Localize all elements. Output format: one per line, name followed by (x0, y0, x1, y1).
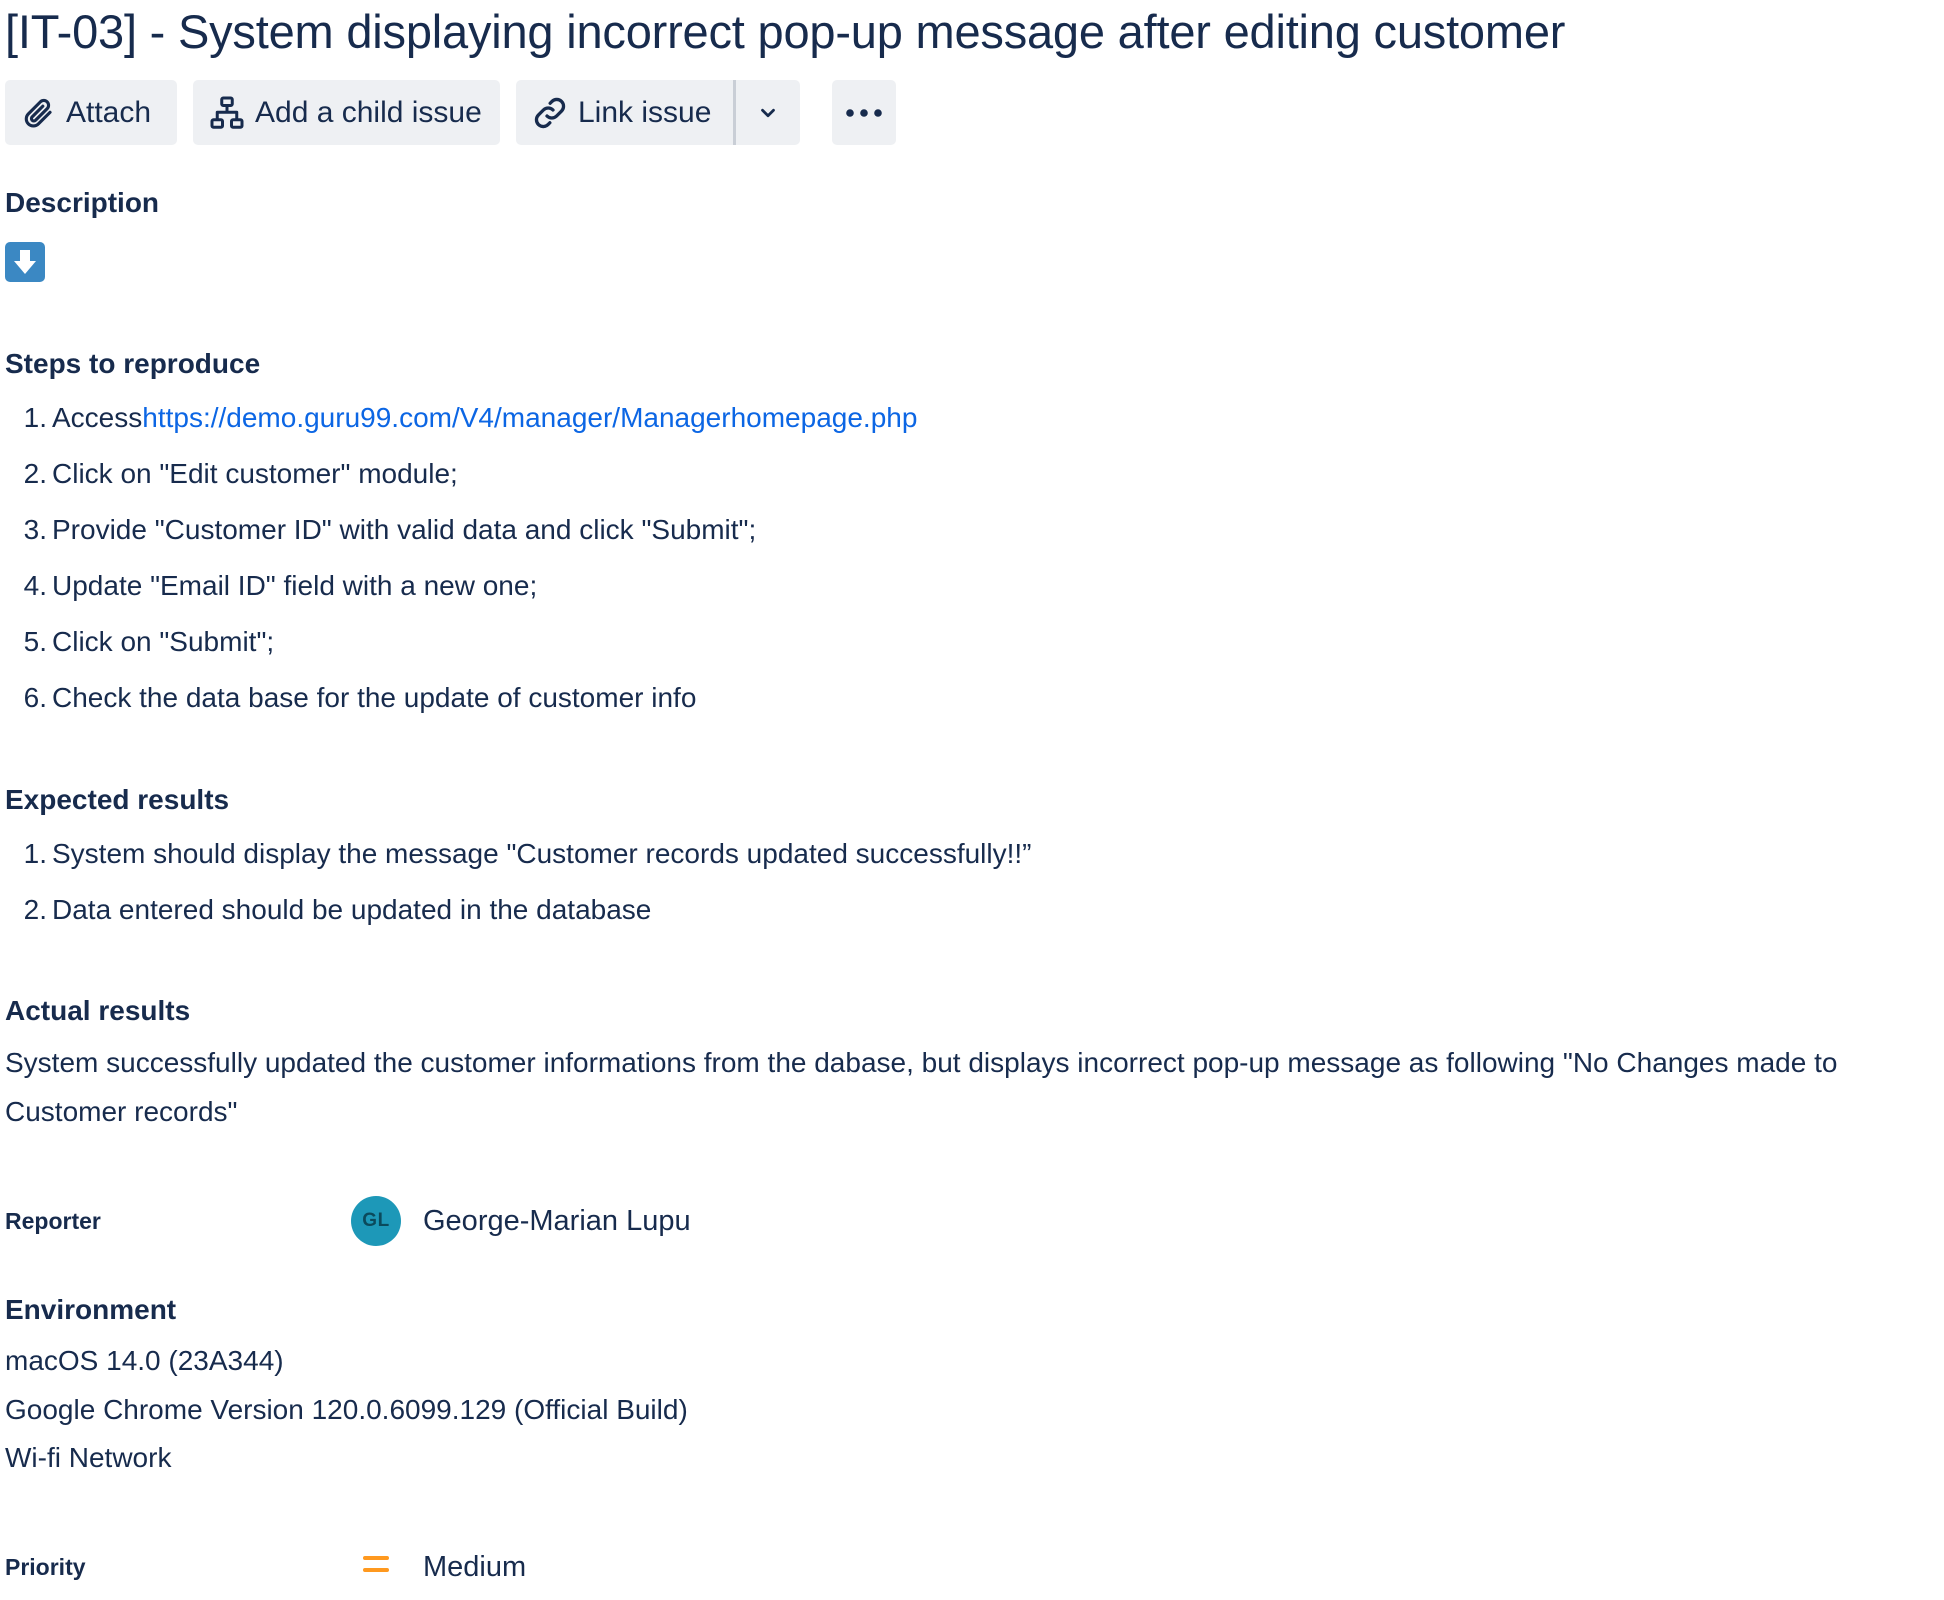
issue-title[interactable]: [IT-03] - System displaying incorrect po… (5, 4, 1565, 60)
actual-heading: Actual results (5, 995, 191, 1026)
priority-medium-icon (363, 1553, 391, 1575)
description-heading: Description (5, 187, 160, 218)
reporter-label: Reporter (5, 1208, 101, 1234)
paperclip-icon (18, 93, 58, 133)
reporter-name[interactable]: George-Marian Lupu (423, 1203, 691, 1239)
steps-heading: Steps to reproduce (5, 348, 261, 379)
list-item: 2. Click on "Edit customer" module; (23, 458, 458, 489)
environment-line: Wi-fi Network (5, 1442, 172, 1473)
priority-label: Priority (5, 1554, 86, 1580)
list-item: 6. Check the data base for the update of … (23, 682, 697, 713)
more-horizontal-icon (844, 93, 884, 133)
link-issue-button[interactable]: Link issue (516, 80, 733, 145)
more-actions-button[interactable] (832, 80, 896, 145)
hierarchy-icon (207, 93, 247, 133)
expected-list: 1. System should display the message "Cus… (5, 826, 1032, 938)
priority-value[interactable]: Medium (423, 1549, 526, 1585)
add-child-issue-label: Add a child issue (255, 95, 482, 129)
environment-line: Google Chrome Version 120.0.6099.129 (Of… (5, 1394, 688, 1425)
list-item: 5. Click on "Submit"; (23, 626, 275, 657)
add-child-issue-button[interactable]: Add a child issue (193, 80, 500, 145)
attach-button[interactable]: Attach (5, 80, 177, 145)
link-issue-split-button: Link issue (516, 80, 800, 145)
attach-label: Attach (66, 95, 152, 129)
avatar[interactable]: GL (351, 1196, 401, 1246)
link-issue-label: Link issue (578, 95, 712, 129)
list-item: 3. Provide "Customer ID" with valid data … (23, 514, 757, 545)
steps-list: 1. Accesshttps://demo.guru99.com/V4/manag… (5, 390, 918, 726)
chevron-down-icon (748, 93, 788, 133)
issue-toolbar: Attach Add a child issue Link issue (5, 80, 896, 145)
expected-heading: Expected results (5, 784, 230, 815)
list-item: 4. Update "Email ID" field with a new one… (23, 570, 538, 601)
actual-results-line: System successfully updated the customer… (5, 1047, 1838, 1078)
link-icon (530, 93, 570, 133)
guru99-link[interactable]: https://demo.guru99.com/V4/manager/Manag… (142, 402, 917, 433)
environment-line: macOS 14.0 (23A344) (5, 1345, 284, 1376)
arrow-down-emoji-icon (5, 242, 45, 282)
list-item: 1. System should display the message "Cus… (23, 838, 1032, 869)
link-issue-dropdown-button[interactable] (736, 80, 800, 145)
actual-results-line: Customer records" (5, 1096, 238, 1127)
environment-heading: Environment (5, 1294, 177, 1325)
list-item: 2. Data entered should be updated in the … (23, 894, 652, 925)
list-item: 1. Accesshttps://demo.guru99.com/V4/manag… (23, 402, 918, 433)
